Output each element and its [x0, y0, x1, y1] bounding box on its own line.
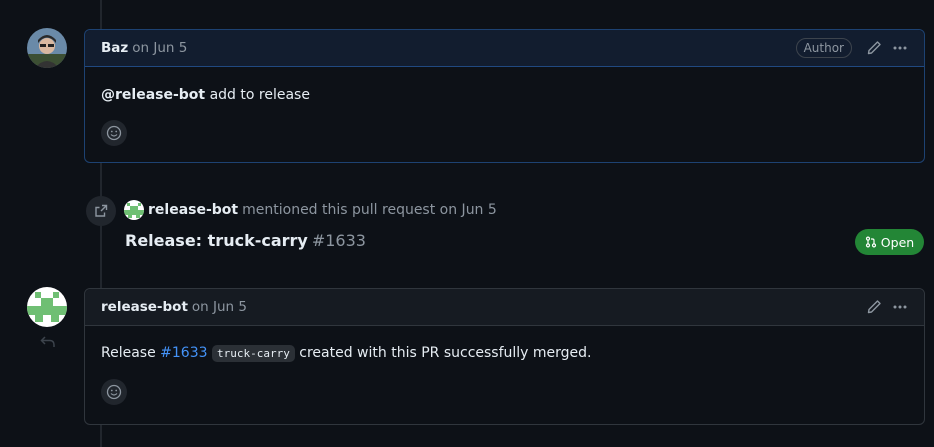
comment-body: Release #1633 truck-carry created with t… — [85, 326, 924, 364]
kebab-icon[interactable] — [892, 40, 908, 56]
comment-date[interactable]: on Jun 5 — [192, 299, 247, 315]
pr-number[interactable]: #1633 — [312, 231, 366, 250]
event-text: mentioned this pull request on Jun 5 — [242, 202, 497, 218]
timeline: Baz on Jun 5 Author @release-bot add to … — [0, 0, 934, 447]
comment-header: Baz on Jun 5 Author — [85, 30, 924, 67]
pr-status-label: Open — [880, 234, 915, 250]
comment-text-prefix: Release — [101, 345, 161, 361]
pencil-icon[interactable] — [866, 40, 882, 56]
author-badge: Author — [795, 38, 852, 58]
event-user[interactable]: release-bot — [148, 202, 238, 218]
user-mention[interactable]: @release-bot — [101, 87, 205, 103]
pencil-icon[interactable] — [866, 299, 882, 315]
add-reaction-button[interactable] — [101, 379, 127, 405]
release-link[interactable]: #1633 — [160, 345, 207, 361]
comment-release-bot: release-bot on Jun 5 Release #1633 truck… — [84, 288, 925, 425]
avatar-release-bot[interactable] — [27, 287, 67, 327]
comment-author[interactable]: release-bot — [101, 299, 188, 315]
cross-reference-icon — [86, 196, 116, 226]
add-reaction-button[interactable] — [101, 120, 127, 146]
pr-title[interactable]: Release: truck-carry — [125, 231, 308, 250]
comment-baz: Baz on Jun 5 Author @release-bot add to … — [84, 29, 925, 163]
comment-date[interactable]: on Jun 5 — [132, 40, 187, 56]
reply-icon[interactable] — [40, 334, 56, 353]
pr-reference[interactable]: Release: truck-carry #1633 — [125, 230, 366, 252]
git-pull-request-icon — [865, 236, 876, 248]
comment-text: add to release — [205, 87, 310, 103]
smiley-icon — [106, 384, 122, 400]
inline-code: truck-carry — [211, 345, 295, 362]
avatar-release-bot-small[interactable] — [124, 200, 144, 220]
pr-status-badge: Open — [855, 229, 924, 255]
comment-body: @release-bot add to release — [85, 67, 924, 105]
avatar-baz[interactable] — [27, 28, 67, 68]
comment-header: release-bot on Jun 5 — [85, 289, 924, 326]
smiley-icon — [106, 125, 122, 141]
comment-author[interactable]: Baz — [101, 40, 128, 56]
comment-text-suffix: created with this PR successfully merged… — [294, 345, 592, 361]
cross-reference-event: release-bot mentioned this pull request … — [124, 199, 497, 221]
kebab-icon[interactable] — [892, 299, 908, 315]
